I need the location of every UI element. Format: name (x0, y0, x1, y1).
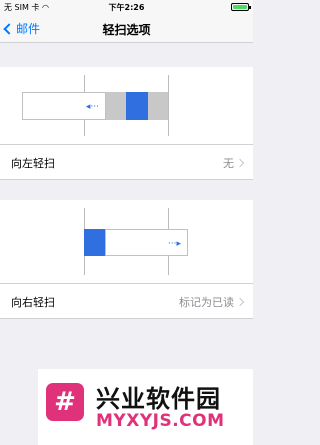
swipe-left-illustration: ◂··· (0, 67, 253, 144)
swipe-right-illustration: ···▸ (0, 200, 253, 283)
watermark-logo-icon: # (46, 383, 84, 421)
swipe-action-gray (106, 92, 126, 120)
chevron-right-icon (235, 158, 245, 168)
swipe-left-label: 向左轻扫 (11, 157, 55, 170)
battery-icon (231, 3, 251, 11)
swipe-right-label: 向右轻扫 (11, 296, 55, 309)
swipe-action-blue (84, 229, 105, 256)
arrow-right-icon: ···▸ (167, 239, 181, 249)
chevron-right-icon (235, 297, 245, 307)
message-row-preview: ···▸ (105, 229, 188, 256)
swipe-right-row[interactable]: 向右轻扫 标记为已读 (0, 283, 253, 319)
swipe-right-value: 标记为已读 (179, 296, 234, 309)
page-title: 轻扫选项 (102, 23, 151, 37)
status-time: 下午2:26 (108, 3, 145, 12)
swipe-action-blue (126, 92, 148, 120)
swipe-action-gray (148, 92, 168, 120)
watermark: # 兴业软件园 MYXYJS.COM (38, 369, 253, 445)
navigation-bar: 邮件 轻扫选项 (0, 14, 253, 43)
status-bar: 无 SIM 卡 ◠ 下午2:26 (0, 0, 253, 14)
swipe-left-row[interactable]: 向左轻扫 无 (0, 144, 253, 180)
arrow-left-icon: ◂··· (85, 102, 99, 112)
message-row-preview: ◂··· (22, 92, 106, 120)
watermark-title: 兴业软件园 (96, 385, 221, 413)
swipe-left-value: 无 (223, 157, 234, 170)
watermark-subtitle: MYXYJS.COM (96, 411, 225, 431)
guide-line (168, 75, 169, 136)
